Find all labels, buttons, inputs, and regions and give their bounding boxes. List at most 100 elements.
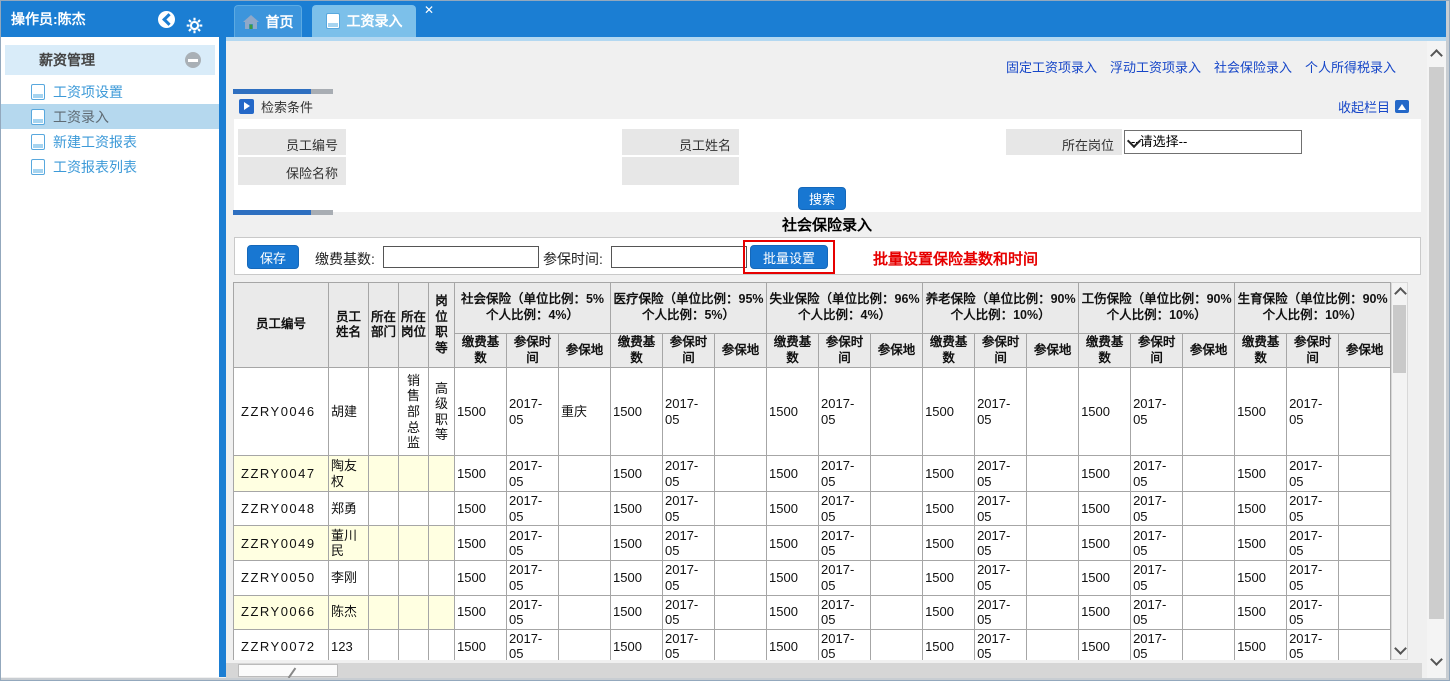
sidebar-item-3[interactable]: 工资报表列表 [1,154,219,179]
cell-insurance-0-place[interactable] [559,526,611,561]
page-vertical-scrollbar[interactable] [1427,41,1446,678]
cell-insurance-3-time[interactable]: 2017-05 [975,368,1027,456]
cell-insurance-4-time[interactable]: 2017-05 [1131,526,1183,561]
cell-insurance-1-base[interactable]: 1500 [611,595,663,629]
cell-insurance-1-place[interactable] [715,456,767,492]
cell-insurance-0-time[interactable]: 2017-05 [507,456,559,492]
sidebar-item-1[interactable]: 工资录入 [1,104,219,129]
base-input[interactable] [383,246,539,268]
cell-insurance-3-base[interactable]: 1500 [923,526,975,561]
cell-insurance-4-place[interactable] [1183,456,1235,492]
cell-insurance-4-base[interactable]: 1500 [1079,629,1131,660]
scroll-down-icon[interactable] [1394,642,1407,655]
cell-insurance-4-time[interactable]: 2017-05 [1131,368,1183,456]
time-input[interactable] [611,246,747,268]
table-vertical-scrollbar[interactable] [1391,282,1408,660]
horizontal-scrollbar-thumb[interactable] [238,664,338,677]
cell-insurance-4-base[interactable]: 1500 [1079,526,1131,561]
cell-insurance-2-place[interactable] [871,526,923,561]
collapse-sidebar-icon[interactable] [158,11,175,28]
cell-insurance-4-time[interactable]: 2017-05 [1131,456,1183,492]
cell-insurance-5-place[interactable] [1339,629,1391,660]
page-scroll-down-icon[interactable] [1430,653,1443,666]
cell-insurance-3-place[interactable] [1027,368,1079,456]
cell-insurance-5-base[interactable]: 1500 [1235,526,1287,561]
cell-insurance-0-base[interactable]: 1500 [455,595,507,629]
quick-link-2[interactable]: 社会保险录入 [1214,60,1292,75]
cell-insurance-5-place[interactable] [1339,561,1391,595]
cell-insurance-4-base[interactable]: 1500 [1079,456,1131,492]
cell-insurance-1-place[interactable] [715,595,767,629]
cell-insurance-5-base[interactable]: 1500 [1235,368,1287,456]
cell-insurance-4-base[interactable]: 1500 [1079,368,1131,456]
quick-link-3[interactable]: 个人所得税录入 [1305,60,1396,75]
cell-insurance-1-base[interactable]: 1500 [611,368,663,456]
cell-insurance-5-base[interactable]: 1500 [1235,629,1287,660]
cell-insurance-0-base[interactable]: 1500 [455,456,507,492]
cell-insurance-4-place[interactable] [1183,629,1235,660]
cell-insurance-5-place[interactable] [1339,368,1391,456]
cell-insurance-5-time[interactable]: 2017-05 [1287,368,1339,456]
position-select[interactable]: --请选择-- [1124,130,1302,154]
cell-insurance-3-place[interactable] [1027,595,1079,629]
cell-insurance-2-place[interactable] [871,629,923,660]
cell-insurance-1-place[interactable] [715,368,767,456]
cell-insurance-3-time[interactable]: 2017-05 [975,492,1027,526]
sidebar-item-2[interactable]: 新建工资报表 [1,129,219,154]
cell-insurance-4-place[interactable] [1183,595,1235,629]
cell-insurance-4-time[interactable]: 2017-05 [1131,595,1183,629]
cell-insurance-3-base[interactable]: 1500 [923,561,975,595]
scroll-up-icon[interactable] [1394,287,1407,300]
cell-insurance-0-time[interactable]: 2017-05 [507,595,559,629]
tab-home[interactable]: 首页 [234,5,302,37]
sidebar-item-0[interactable]: 工资项设置 [1,79,219,104]
cell-insurance-4-place[interactable] [1183,561,1235,595]
cell-insurance-4-time[interactable]: 2017-05 [1131,561,1183,595]
cell-insurance-0-base[interactable]: 1500 [455,368,507,456]
quick-link-1[interactable]: 浮动工资项录入 [1110,60,1201,75]
cell-insurance-0-time[interactable]: 2017-05 [507,629,559,660]
cell-insurance-3-base[interactable]: 1500 [923,595,975,629]
cell-insurance-5-place[interactable] [1339,492,1391,526]
cell-insurance-0-place[interactable] [559,456,611,492]
cell-insurance-2-base[interactable]: 1500 [767,629,819,660]
cell-insurance-4-place[interactable] [1183,368,1235,456]
cell-insurance-1-base[interactable]: 1500 [611,492,663,526]
collapse-group-icon[interactable] [185,52,201,68]
cell-insurance-2-time[interactable]: 2017-05 [819,456,871,492]
cell-insurance-1-base[interactable]: 1500 [611,456,663,492]
cell-insurance-2-place[interactable] [871,456,923,492]
tab-salary-entry[interactable]: 工资录入 ✕ [312,5,416,37]
cell-insurance-0-time[interactable]: 2017-05 [507,526,559,561]
cell-insurance-2-time[interactable]: 2017-05 [819,526,871,561]
cell-insurance-4-base[interactable]: 1500 [1079,595,1131,629]
batch-set-button[interactable]: 批量设置 [750,245,828,269]
cell-insurance-0-time[interactable]: 2017-05 [507,561,559,595]
cell-insurance-0-base[interactable]: 1500 [455,561,507,595]
cell-insurance-2-time[interactable]: 2017-05 [819,368,871,456]
cell-insurance-0-place[interactable] [559,629,611,660]
cell-insurance-1-time[interactable]: 2017-05 [663,629,715,660]
cell-insurance-0-place[interactable]: 重庆 [559,368,611,456]
cell-insurance-1-place[interactable] [715,629,767,660]
cell-insurance-1-time[interactable]: 2017-05 [663,595,715,629]
cell-insurance-2-time[interactable]: 2017-05 [819,629,871,660]
cell-insurance-3-time[interactable]: 2017-05 [975,561,1027,595]
cell-insurance-3-time[interactable]: 2017-05 [975,595,1027,629]
cell-insurance-4-time[interactable]: 2017-05 [1131,629,1183,660]
cell-insurance-2-base[interactable]: 1500 [767,595,819,629]
cell-insurance-4-time[interactable]: 2017-05 [1131,492,1183,526]
save-button[interactable]: 保存 [247,245,299,269]
cell-insurance-1-time[interactable]: 2017-05 [663,456,715,492]
cell-insurance-5-base[interactable]: 1500 [1235,492,1287,526]
cell-insurance-0-place[interactable] [559,595,611,629]
menu-group-header[interactable]: 薪资管理 [5,45,215,75]
cell-insurance-5-time[interactable]: 2017-05 [1287,456,1339,492]
cell-insurance-1-time[interactable]: 2017-05 [663,492,715,526]
cell-insurance-3-time[interactable]: 2017-05 [975,629,1027,660]
cell-insurance-5-time[interactable]: 2017-05 [1287,629,1339,660]
cell-insurance-0-base[interactable]: 1500 [455,492,507,526]
cell-insurance-1-base[interactable]: 1500 [611,629,663,660]
cell-insurance-5-time[interactable]: 2017-05 [1287,561,1339,595]
cell-insurance-4-base[interactable]: 1500 [1079,492,1131,526]
